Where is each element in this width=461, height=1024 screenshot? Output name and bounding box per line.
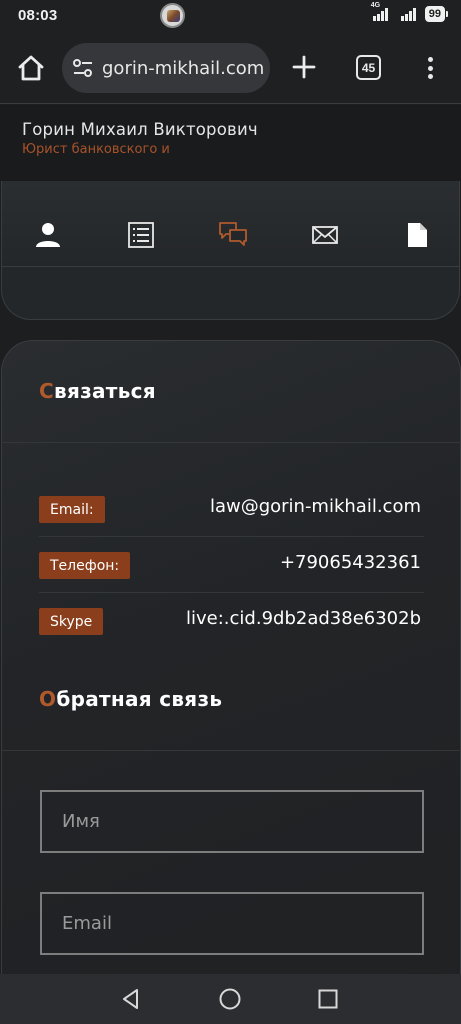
site-header: Горин Михаил Викторович Юрист банковског… bbox=[0, 105, 461, 181]
home-icon[interactable] bbox=[16, 53, 46, 83]
section-nav-bar bbox=[2, 180, 459, 267]
new-tab-icon[interactable] bbox=[290, 52, 318, 82]
phone-label-badge: Телефон: bbox=[39, 552, 131, 579]
status-bar: 08:03 4G 99 bbox=[0, 0, 461, 30]
list-icon[interactable] bbox=[126, 220, 156, 250]
recents-square-icon[interactable] bbox=[316, 987, 340, 1011]
phone-value[interactable]: +79065432361 bbox=[280, 552, 421, 573]
site-subtitle: Юрист банковского и bbox=[22, 142, 170, 157]
contact-title-first-letter: С bbox=[39, 379, 54, 403]
row-divider bbox=[39, 592, 424, 593]
feedback-title-rest: братная связь bbox=[56, 687, 223, 711]
system-navigation-bar bbox=[0, 974, 461, 1024]
status-time: 08:03 bbox=[18, 6, 58, 24]
notification-avatar-icon bbox=[160, 3, 185, 28]
battery-icon: 99 bbox=[424, 6, 449, 22]
document-icon[interactable] bbox=[402, 220, 432, 250]
battery-level: 99 bbox=[428, 7, 441, 20]
contact-title-rest: вязаться bbox=[53, 379, 156, 403]
contact-title: Связаться bbox=[39, 379, 156, 403]
status-indicators: 4G 99 bbox=[371, 2, 449, 22]
home-circle-icon[interactable] bbox=[218, 987, 242, 1011]
email-field[interactable] bbox=[40, 892, 424, 955]
network-type-label: 4G bbox=[370, 2, 381, 9]
feedback-title-divider bbox=[2, 750, 461, 751]
signal-icon bbox=[400, 7, 419, 21]
site-settings-icon[interactable] bbox=[72, 58, 94, 78]
more-menu-icon[interactable] bbox=[420, 54, 440, 82]
name-field[interactable] bbox=[40, 790, 424, 853]
section-nav-card bbox=[1, 170, 460, 320]
feedback-title-first-letter: О bbox=[39, 687, 57, 711]
contact-card: Связаться Email: law@gorin-mikhail.com Т… bbox=[1, 340, 461, 1024]
browser-toolbar: gorin-mikhail.com 45 bbox=[0, 30, 461, 104]
mail-icon[interactable] bbox=[310, 220, 340, 250]
contact-title-divider bbox=[2, 442, 461, 443]
skype-value[interactable]: live:.cid.9db2ad38e6302b bbox=[186, 608, 421, 629]
signal-4g-icon: 4G bbox=[371, 2, 391, 21]
chat-icon[interactable] bbox=[218, 220, 248, 250]
row-divider bbox=[39, 536, 424, 537]
skype-label-badge: Skype bbox=[39, 608, 104, 635]
site-owner-name: Горин Михаил Викторович bbox=[22, 120, 258, 139]
feedback-title: Обратная связь bbox=[39, 687, 222, 711]
email-input[interactable] bbox=[62, 913, 422, 934]
tab-switcher-button[interactable]: 45 bbox=[356, 55, 381, 80]
person-icon[interactable] bbox=[33, 220, 63, 250]
back-triangle-icon[interactable] bbox=[119, 987, 143, 1011]
email-label-badge: Email: bbox=[39, 496, 105, 523]
page: 08:03 4G 99 gorin-mikhail.com 45 Горин М… bbox=[0, 0, 461, 1024]
name-input[interactable] bbox=[62, 811, 422, 832]
url-text: gorin-mikhail.com bbox=[102, 57, 265, 79]
email-value[interactable]: law@gorin-mikhail.com bbox=[210, 496, 421, 517]
address-bar[interactable]: gorin-mikhail.com bbox=[62, 43, 270, 93]
